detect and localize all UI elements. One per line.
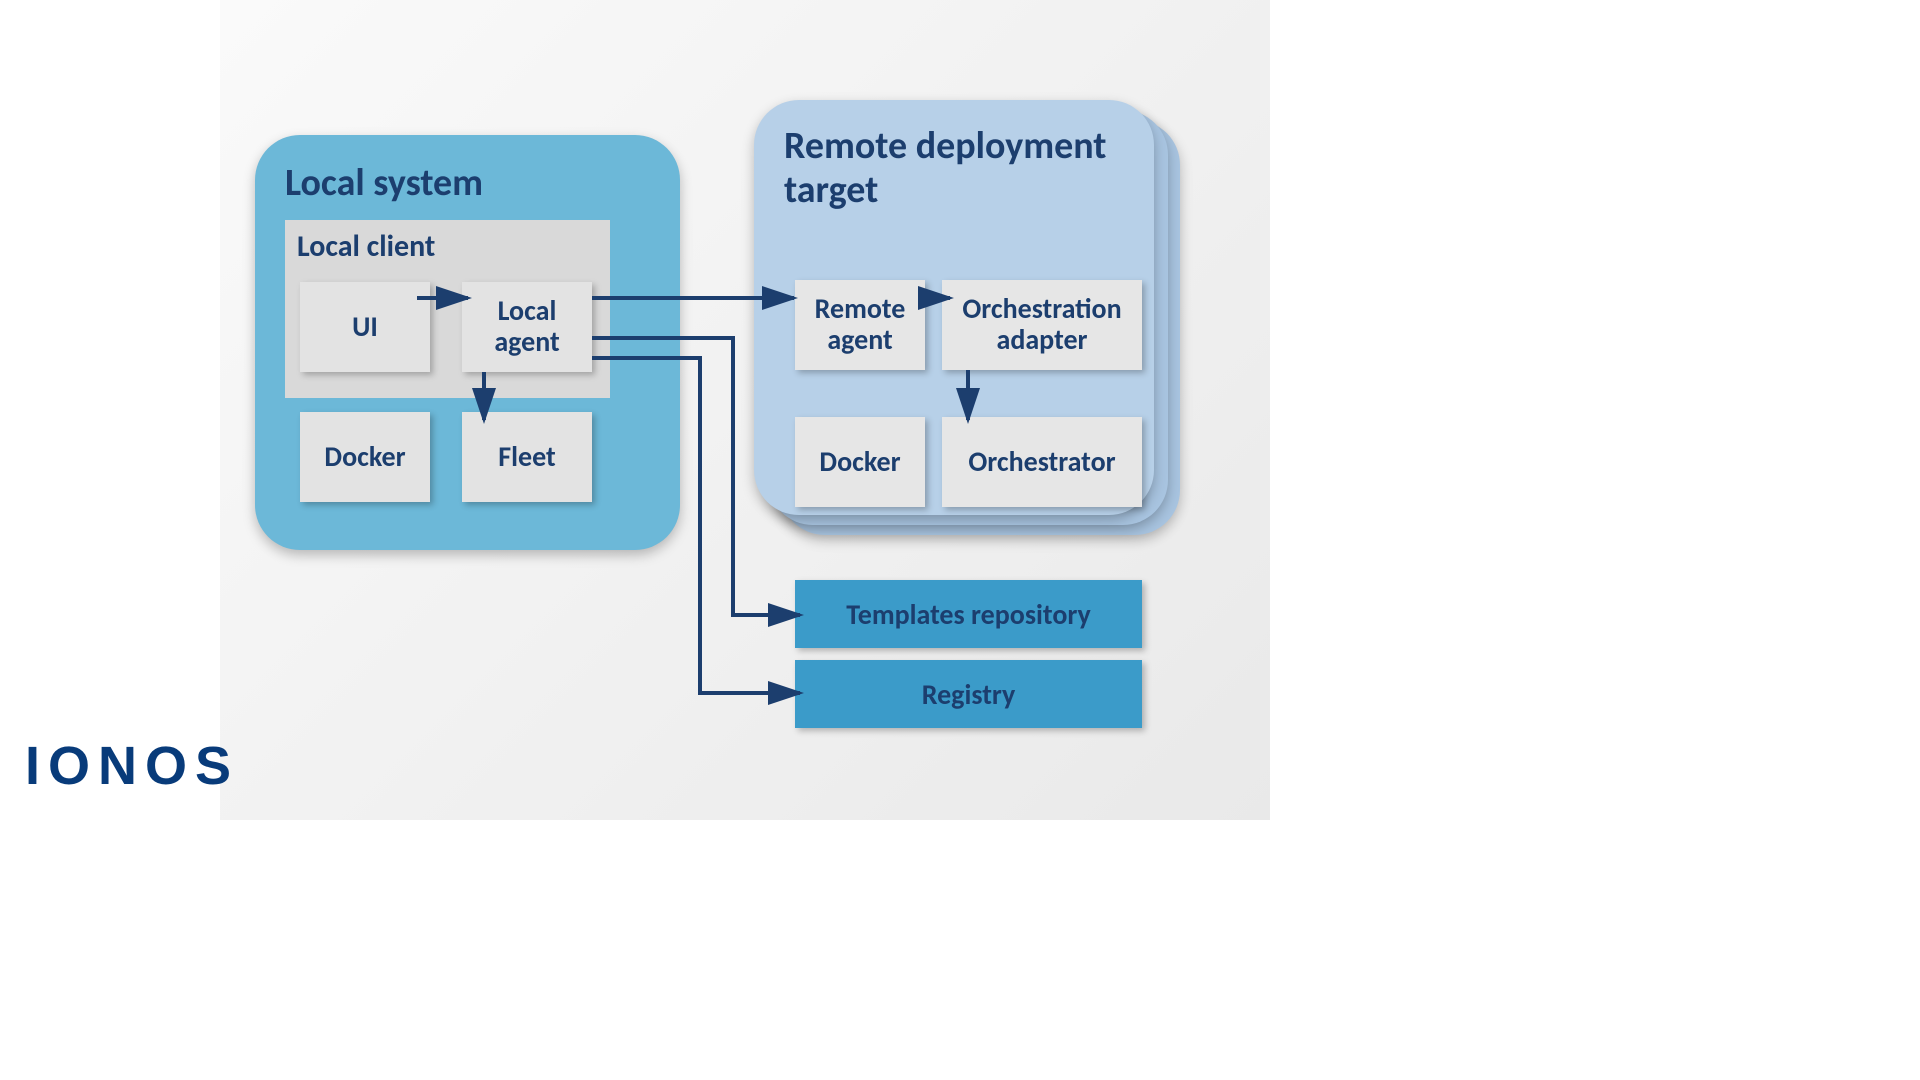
- orchestrator-box: Orchestrator: [942, 417, 1142, 507]
- fleet-box: Fleet: [462, 412, 592, 502]
- local-system-title: Local system: [285, 160, 483, 206]
- templates-repository-box: Templates repository: [795, 580, 1142, 648]
- local-client-title: Local client: [297, 228, 435, 265]
- remote-target-title: Remote deployment target: [784, 125, 1154, 212]
- ionos-logo: IONOS: [25, 735, 239, 797]
- remote-docker-box: Docker: [795, 417, 925, 507]
- registry-box: Registry: [795, 660, 1142, 728]
- local-agent-box: Local agent: [462, 282, 592, 372]
- orchestration-adapter-box: Orchestration adapter: [942, 280, 1142, 370]
- remote-agent-box: Remote agent: [795, 280, 925, 370]
- local-docker-box: Docker: [300, 412, 430, 502]
- ui-box: UI: [300, 282, 430, 372]
